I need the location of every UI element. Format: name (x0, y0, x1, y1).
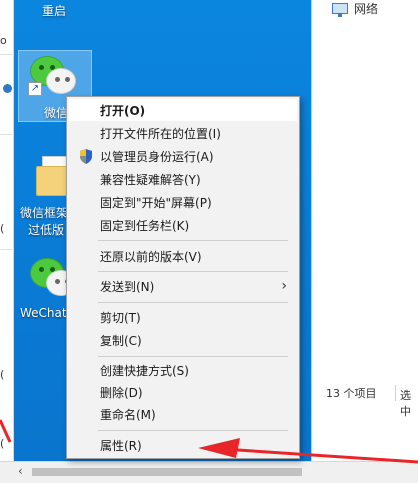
left-fragment-text: ( (0, 437, 5, 450)
context-menu: 打开(O) 打开文件所在的位置(I) 以管理员身份运行(A) 兼容性疑难解答(Y… (66, 96, 300, 459)
scroll-left-icon[interactable]: ‹ (18, 464, 23, 478)
menu-item-label: 固定到"开始"屏幕(P) (100, 195, 212, 210)
divider (0, 134, 14, 135)
chevron-right-icon: › (281, 278, 287, 294)
menu-item-rename[interactable]: 重命名(M) (69, 403, 297, 425)
scrollbar-thumb[interactable] (32, 468, 302, 476)
menu-item-label: 删除(D) (100, 385, 143, 400)
desktop-icon-label: 重启 (42, 4, 67, 18)
menu-item-label: 还原以前的版本(V) (100, 249, 202, 264)
network-label: 网络 (354, 2, 379, 16)
menu-item-label: 发送到(N) (100, 279, 155, 294)
menu-item-open-file-location[interactable]: 打开文件所在的位置(I) (69, 122, 297, 144)
menu-item-label: 以管理员身份运行(A) (100, 149, 214, 164)
left-explorer-window: o ( ( ( 读目 (0, 0, 14, 483)
menu-item-label: 兼容性疑难解答(Y) (100, 172, 201, 187)
menu-item-properties[interactable]: 属性(R) (69, 434, 297, 456)
menu-item-copy[interactable]: 复制(C) (69, 329, 297, 351)
menu-item-cut[interactable]: 剪切(T) (69, 306, 297, 328)
divider (0, 249, 14, 250)
menu-separator (98, 430, 288, 431)
uac-shield-icon (80, 149, 92, 164)
left-fragment-text: o (0, 34, 7, 47)
network-item[interactable]: 网络 (332, 0, 378, 17)
menu-separator (98, 240, 288, 241)
desktop-icon-restart[interactable]: 重启 (42, 2, 66, 19)
menu-item-label: 固定到任务栏(K) (100, 218, 190, 233)
selected-count: 选中 (400, 389, 411, 418)
menu-item-compatibility-troubleshoot[interactable]: 兼容性疑难解答(Y) (69, 168, 297, 190)
menu-item-pin-to-start[interactable]: 固定到"开始"屏幕(P) (69, 191, 297, 213)
menu-item-label: 创建快捷方式(S) (100, 363, 189, 378)
desktop-icon-folder-label2: 过低版 (28, 223, 65, 237)
menu-item-send-to[interactable]: 发送到(N) › (69, 275, 297, 297)
desktop-icon-wechat-2-label: WeChat (20, 306, 67, 320)
menu-item-label: 属性(R) (100, 438, 142, 453)
settings-icon (3, 84, 12, 93)
folder-icon (36, 156, 70, 196)
divider (0, 54, 14, 55)
menu-item-run-as-admin[interactable]: 以管理员身份运行(A) (69, 145, 297, 167)
menu-item-label: 复制(C) (100, 333, 142, 348)
horizontal-scrollbar[interactable]: ‹ (0, 461, 418, 483)
menu-separator (98, 271, 288, 272)
menu-item-label: 重命名(M) (100, 407, 156, 422)
menu-item-restore-previous-versions[interactable]: 还原以前的版本(V) (69, 245, 297, 267)
menu-item-label: 剪切(T) (100, 310, 141, 325)
left-fragment-text: ( (0, 368, 5, 381)
status-separator (394, 385, 396, 401)
desktop-icon-folder-label: 微信框架 (20, 206, 69, 220)
left-fragment-text: ( (0, 222, 5, 235)
item-count: 13 个项目 (326, 387, 377, 400)
menu-item-pin-to-taskbar[interactable]: 固定到任务栏(K) (69, 214, 297, 236)
menu-item-create-shortcut[interactable]: 创建快捷方式(S) (69, 359, 297, 381)
menu-item-label: 打开(O) (100, 103, 146, 118)
file-explorer-window: 网络 13 个项目 选中 (311, 0, 418, 463)
menu-item-open[interactable]: 打开(O) (69, 99, 297, 121)
menu-item-delete[interactable]: 删除(D) (69, 381, 297, 403)
menu-separator (98, 302, 288, 303)
network-icon (332, 3, 348, 17)
menu-separator (98, 356, 288, 357)
menu-item-label: 打开文件所在的位置(I) (100, 126, 221, 141)
desktop-icon-folder[interactable] (36, 156, 70, 196)
desktop-icon-wechat-label: 微信 (44, 106, 69, 120)
shortcut-arrow-icon: ↗ (28, 82, 42, 96)
